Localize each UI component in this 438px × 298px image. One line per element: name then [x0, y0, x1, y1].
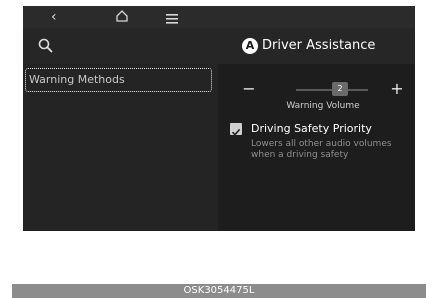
driving-safety-priority-checkbox[interactable] — [230, 123, 242, 136]
warning-volume-label: Warning Volume — [286, 101, 360, 111]
settings-panel: − 2 + Warning Volume Driving Safety Prio… — [218, 64, 415, 231]
volume-increase-button[interactable]: + — [390, 80, 404, 98]
infotainment-screen: ‹ A Driver Assistance Warning Methods − … — [23, 6, 415, 231]
sidebar: Warning Methods — [23, 64, 218, 231]
header: A Driver Assistance — [23, 28, 415, 64]
sidebar-item-label: Warning Methods — [29, 73, 125, 86]
search-icon[interactable] — [37, 37, 55, 55]
home-icon[interactable] — [115, 9, 129, 28]
sidebar-item-warning-methods[interactable]: Warning Methods — [25, 68, 212, 92]
back-icon[interactable]: ‹ — [51, 8, 57, 26]
image-caption: OSK3054475L — [12, 284, 426, 298]
volume-decrease-button[interactable]: − — [242, 80, 256, 98]
menu-icon[interactable] — [166, 11, 178, 29]
callout-badge: A — [242, 38, 258, 54]
volume-slider-handle[interactable]: 2 — [332, 82, 348, 96]
page-title: Driver Assistance — [262, 38, 376, 53]
checkmark-icon — [231, 128, 241, 136]
top-bar: ‹ — [23, 6, 415, 28]
driving-safety-priority-description: Lowers all other audio volumes when a dr… — [251, 139, 392, 160]
driving-safety-priority-label: Driving Safety Priority — [251, 122, 372, 135]
